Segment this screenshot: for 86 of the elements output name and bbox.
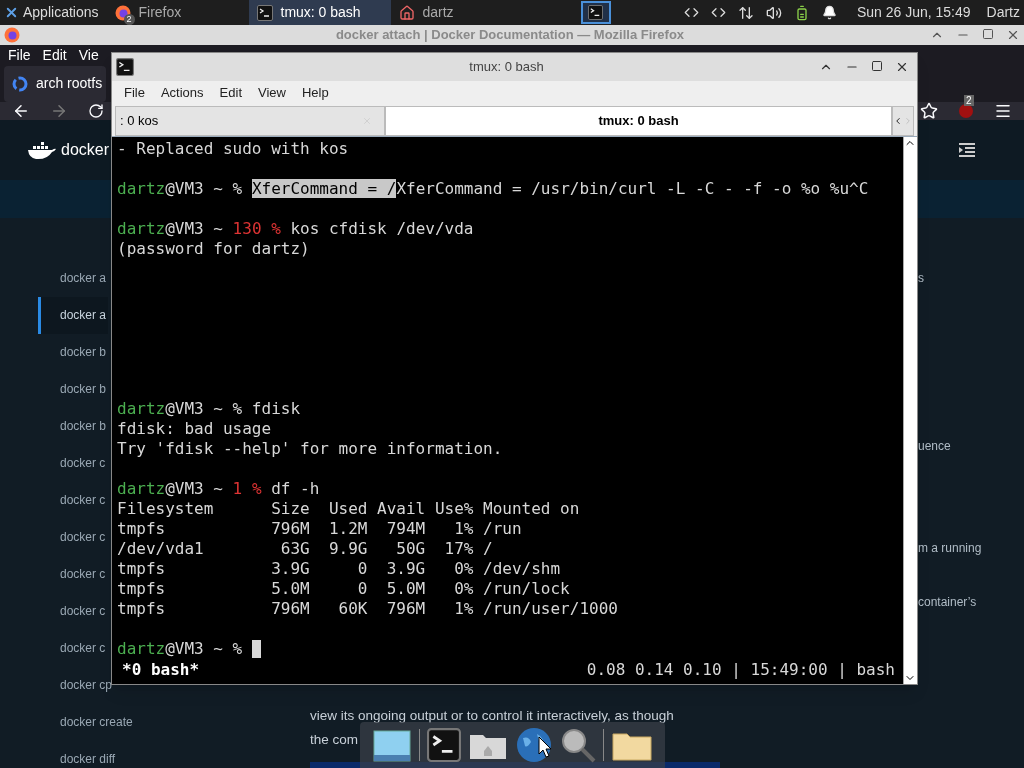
network-icon[interactable] [710,5,726,20]
reload-icon[interactable] [88,102,104,119]
sidebar-link[interactable]: docker b [38,370,109,408]
terminal-line: dartz@VM3 ~ 130 % kos cfdisk /dev/vda [117,219,474,239]
terminal-line: dartz@VM3 ~ % fdisk [117,399,301,419]
tmux-status-text: 0.08 0.14 0.10 | 15:49:00 | bash [586,660,895,680]
menu-logo-icon [4,5,19,20]
window-title: tmux: 0 bash [468,58,545,77]
taskbar-button[interactable]: tmux: 0 bash [248,0,391,25]
volume-icon[interactable] [765,4,782,21]
sidebar-link[interactable]: docker b [38,333,109,371]
firefox-icon [4,26,20,43]
sidebar-link[interactable]: docker c [38,629,108,667]
terminal-line: Filesystem Size Used Avail Use% Mounted on [117,499,580,519]
sidebar-link[interactable]: docker diff [38,740,118,768]
maximize-icon[interactable] [982,27,994,40]
transfer-icon[interactable] [737,4,754,21]
window-title: docker attach | Docker Documentation — Mozilla Firefox [334,26,686,44]
terminal-launcher[interactable] [580,1,611,24]
body-text: the com [310,730,359,749]
menu-item[interactable]: File [8,44,31,66]
terminal-line: tmpfs 796M 60K 796M 1% /run/user/1000 [117,599,618,619]
terminal-tab[interactable]: : 0 kos [115,106,385,136]
clock[interactable]: Sun 26 Jun, 15:49 [856,2,971,23]
sidebar-link[interactable]: docker b [38,407,109,445]
terminal-icon [426,728,461,762]
terminal-line: (password for dartz) [117,239,310,259]
body-text: view its ongoing output or to control it interactively, as though [310,706,674,725]
sidebar-link[interactable]: docker c [38,555,108,593]
terminal-line: tmpfs 3.9G 0 3.9G 0% /dev/shm [117,559,561,579]
terminal-line: /dev/vda1 63G 9.9G 50G 17% / [117,539,493,559]
article-text: m a running [918,539,982,557]
mouse-pointer-icon [538,736,552,758]
terminal-icon [256,4,273,21]
article-text: container’s [918,593,978,611]
sidebar-link[interactable]: docker a [38,259,109,297]
addon-badge: 2 [964,94,974,106]
terminal-icon [116,58,134,76]
applications-menu[interactable]: Applications [0,0,103,25]
menu-item[interactable]: Vie [78,44,99,66]
tmux-window-label: *0 bash* [122,660,200,680]
whale-logo-icon [27,139,57,160]
article-text: s [918,269,925,287]
close-icon[interactable] [895,60,909,74]
terminal-line: fdisk: bad usage [117,419,272,439]
terminal-line: tmpfs 5.0M 0 5.0M 0% /run/lock [117,579,570,599]
browser-tab[interactable]: arch rootfs [4,65,107,102]
terminal-line: tmpfs 796M 1.2M 794M 1% /run [117,519,522,539]
scroll-left-icon[interactable] [893,116,903,126]
scrollbar[interactable] [903,137,917,684]
outdent-icon[interactable] [958,142,976,157]
magnifier-icon[interactable] [560,727,597,763]
bookmark-star-icon[interactable] [920,101,938,120]
terminal-tab[interactable]: tmux: 0 bash [385,106,892,136]
sidebar-link[interactable]: docker c [38,518,108,556]
window-count-badge: 2 [123,13,135,25]
terminal-line: - Replaced sudo with kos [117,139,349,159]
menu-item[interactable]: Edit [219,82,242,103]
terminal-line: Try 'fdisk --help' for more information. [117,439,503,459]
network-icon[interactable] [683,5,699,20]
notification-icon[interactable] [821,5,837,20]
sidebar-link[interactable]: docker a [38,296,109,334]
desktop-icon[interactable] [371,727,412,763]
sidebar-link[interactable]: docker cp [38,666,115,704]
firefox-icon [114,4,131,21]
sidebar-link[interactable]: docker c [38,592,108,630]
sidebar-link[interactable]: docker c [38,444,108,482]
article-text: uence [918,437,952,455]
menu-item[interactable]: Help [301,82,329,103]
menu-item[interactable]: Actions [160,82,204,103]
sidebar-link[interactable]: docker c [38,481,108,519]
taskbar-button[interactable]: dartz [390,0,533,25]
terminal-line: dartz@VM3 ~ % XferCommand = /XferCommand = /usr/bin/curl -L -C - -f -o %o %u^C [117,179,869,199]
maximize-icon[interactable] [871,60,883,72]
taskbar-button[interactable]: 2 Firefox [106,0,249,25]
user-name[interactable]: Dartz [986,2,1020,23]
logo-text: docker [61,139,110,160]
menu-item[interactable]: View [258,82,286,103]
home-icon [398,4,415,21]
menu-item[interactable]: File [124,82,145,103]
terminal-line: dartz@VM3 ~ % [117,639,244,659]
google-icon [12,75,28,92]
terminal-icon [588,5,603,20]
sidebar-link[interactable]: docker create [38,703,135,741]
terminal-line: dartz@VM3 ~ 1 % df -h [117,479,320,499]
menu-item[interactable]: Edit [42,44,67,66]
